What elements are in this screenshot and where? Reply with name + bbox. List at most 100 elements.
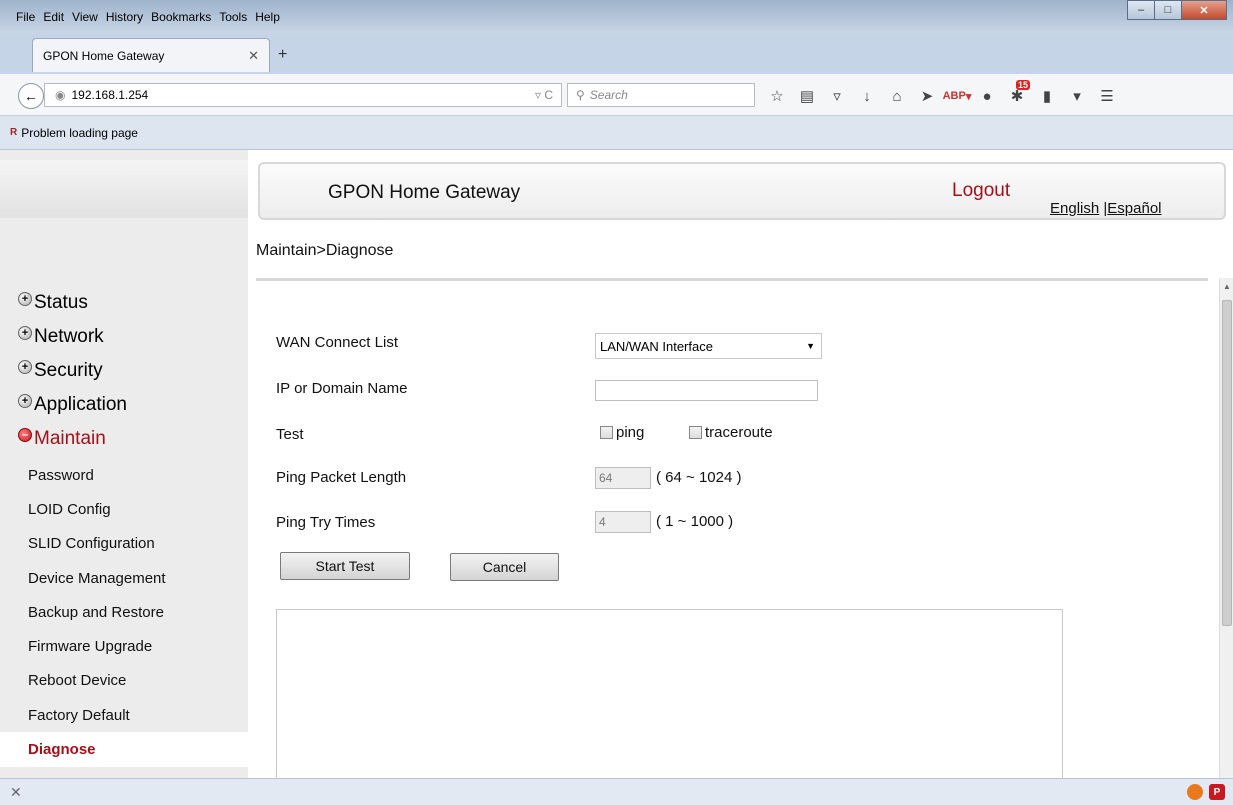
lang-spanish-link[interactable]: Español <box>1107 200 1161 217</box>
scroll-up-icon[interactable]: ▲ <box>1223 282 1231 291</box>
sub-item-slid-configuration[interactable]: SLID Configuration <box>0 527 248 561</box>
bookmark-star-icon[interactable]: ☆ <box>762 86 792 106</box>
menu-bookmarks[interactable]: Bookmarks <box>147 10 215 24</box>
firefox-icon[interactable] <box>1187 784 1203 800</box>
logout-link[interactable]: Logout <box>952 180 1010 202</box>
ping-length-range: ( 64 ~ 1024 ) <box>656 469 742 486</box>
sub-item-backup-restore[interactable]: Backup and Restore <box>0 595 248 629</box>
toolbar-icons: ☆ ▤ ▿ ↓ ⌂ ➤ ABP ▾ ● ✱ 15 ▮ ▾ ☰ <box>762 80 1122 106</box>
sub-item-firmware-upgrade[interactable]: Firmware Upgrade <box>0 629 248 663</box>
download-icon[interactable]: ↓ <box>852 86 882 106</box>
clipboard-icon[interactable]: ▮ <box>1032 86 1062 106</box>
ping-try-range: ( 1 ~ 1000 ) <box>656 513 734 530</box>
window-titlebar: File Edit View History Bookmarks Tools H… <box>0 0 1233 34</box>
adblock-icon[interactable]: ABP ▾ <box>942 86 972 106</box>
new-tab-button[interactable]: + <box>278 46 287 64</box>
sub-item-factory-default[interactable]: Factory Default <box>0 698 248 732</box>
gateway-header: GPON Home Gateway Logout English |Españo… <box>258 162 1226 220</box>
navigation-bar: ← ◉ 192.168.1.254 ▿ C ⚲ Search ☆ ▤ ▿ ↓ ⌂… <box>0 74 1233 116</box>
traceroute-checkbox-row[interactable]: traceroute <box>689 424 773 441</box>
bookmark-item[interactable]: Problem loading page <box>21 126 138 140</box>
send-icon[interactable]: ➤ <box>912 86 942 106</box>
traceroute-checkbox-label: traceroute <box>705 424 773 441</box>
diagnose-result-area[interactable] <box>276 609 1063 778</box>
window-controls: – □ ✕ <box>1127 0 1227 20</box>
section-divider <box>256 278 1208 281</box>
menu-item-label: Maintain <box>34 428 106 449</box>
abp-label: ABP <box>942 90 966 102</box>
sub-item-reboot-device[interactable]: Reboot Device <box>0 664 248 698</box>
expand-plus-icon: + <box>18 292 32 306</box>
hamburger-menu-icon[interactable]: ☰ <box>1092 86 1122 106</box>
search-input[interactable]: ⚲ Search <box>567 83 755 107</box>
sub-item-device-management[interactable]: Device Management <box>0 561 248 595</box>
reading-list-icon[interactable]: ▤ <box>792 86 822 106</box>
reload-icon[interactable]: ▿ C <box>535 88 553 102</box>
menu-item-maintain[interactable]: – Maintain <box>18 422 127 456</box>
ping-length-value: 64 <box>599 471 613 485</box>
ping-checkbox-row[interactable]: ping <box>600 424 644 441</box>
menu-item-label: Status <box>34 292 88 313</box>
tab-close-icon[interactable]: ✕ <box>248 48 259 64</box>
main-menu: + Status + Network + Security + Applicat… <box>18 286 127 456</box>
browser-tab[interactable]: GPON Home Gateway ✕ <box>32 38 270 72</box>
menu-bar: File Edit View History Bookmarks Tools H… <box>12 10 284 24</box>
menu-edit[interactable]: Edit <box>39 10 68 24</box>
sub-item-loid-config[interactable]: LOID Config <box>0 492 248 526</box>
menu-item-label: Network <box>34 326 104 347</box>
chevron-down-icon: ▼ <box>806 341 815 351</box>
language-switch: English |Español <box>1050 200 1162 217</box>
sub-item-diagnose[interactable]: Diagnose <box>0 732 248 767</box>
menu-item-security[interactable]: + Security <box>18 354 127 388</box>
page-scrollbar[interactable]: ▲ <box>1219 278 1233 778</box>
collapse-minus-icon: – <box>18 428 32 442</box>
wan-connect-label: WAN Connect List <box>276 334 398 351</box>
ping-try-label: Ping Try Times <box>276 514 376 531</box>
page-title: GPON Home Gateway <box>328 182 521 203</box>
traceroute-checkbox[interactable] <box>689 426 702 439</box>
menu-file[interactable]: File <box>12 10 39 24</box>
maximize-icon[interactable]: □ <box>1154 0 1182 20</box>
pinterest-icon[interactable]: P <box>1209 784 1225 800</box>
pocket-icon[interactable]: ▿ <box>822 86 852 106</box>
url-bar[interactable]: ◉ 192.168.1.254 ▿ C <box>44 83 562 107</box>
start-test-button[interactable]: Start Test <box>280 552 410 580</box>
sub-item-log[interactable]: Log <box>0 767 248 778</box>
search-icon: ⚲ <box>576 88 585 102</box>
scrollbar-thumb[interactable] <box>1222 300 1232 626</box>
dropdown-icon[interactable]: ▾ <box>1062 86 1092 106</box>
test-label: Test <box>276 426 304 443</box>
wan-connect-select[interactable]: LAN/WAN Interface ▼ <box>595 333 822 359</box>
minimize-icon[interactable]: – <box>1127 0 1155 20</box>
menu-history[interactable]: History <box>102 10 147 24</box>
tab-bar: GPON Home Gateway ✕ + <box>0 34 1233 74</box>
ping-try-input[interactable]: 4 <box>595 511 651 533</box>
home-icon[interactable]: ⌂ <box>882 86 912 106</box>
close-window-icon[interactable]: ✕ <box>1181 0 1227 20</box>
chat-icon[interactable]: ● <box>972 86 1002 106</box>
globe-icon: ◉ <box>55 88 66 102</box>
ping-checkbox[interactable] <box>600 426 613 439</box>
ip-domain-label: IP or Domain Name <box>276 380 408 397</box>
lang-english-link[interactable]: English <box>1050 200 1099 217</box>
bookmark-favicon-icon: R <box>10 127 18 138</box>
page-content: + Status + Network + Security + Applicat… <box>0 150 1233 778</box>
statusbar-close-icon[interactable]: ✕ <box>10 784 22 801</box>
back-arrow-icon[interactable]: ← <box>18 83 44 109</box>
ip-domain-input[interactable] <box>595 380 818 401</box>
menu-view[interactable]: View <box>68 10 102 24</box>
puzzle-icon[interactable]: ✱ 15 <box>1002 80 1032 106</box>
cancel-button[interactable]: Cancel <box>450 553 559 581</box>
maintain-submenu: Password LOID Config SLID Configuration … <box>0 458 248 778</box>
sub-item-password[interactable]: Password <box>0 458 248 492</box>
menu-help[interactable]: Help <box>251 10 284 24</box>
extension-badge: 15 <box>1015 80 1030 90</box>
sidebar: + Status + Network + Security + Applicat… <box>0 150 248 778</box>
menu-tools[interactable]: Tools <box>215 10 251 24</box>
menu-item-network[interactable]: + Network <box>18 320 127 354</box>
ping-try-value: 4 <box>599 515 606 529</box>
expand-plus-icon: + <box>18 360 32 374</box>
ping-length-input[interactable]: 64 <box>595 467 651 489</box>
menu-item-application[interactable]: + Application <box>18 388 127 422</box>
menu-item-status[interactable]: + Status <box>18 286 127 320</box>
